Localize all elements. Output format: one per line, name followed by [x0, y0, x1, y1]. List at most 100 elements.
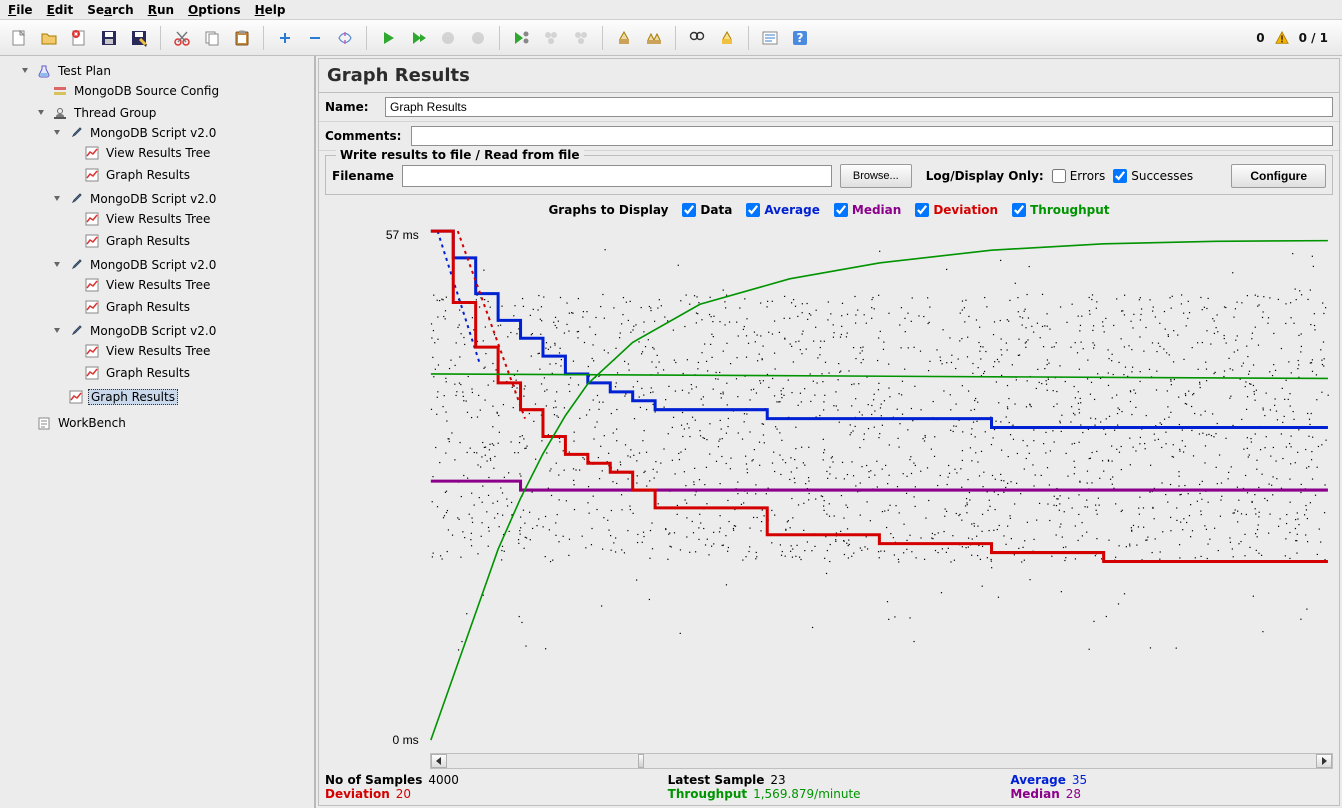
name-input[interactable]: [385, 97, 1333, 117]
menu-options[interactable]: Options: [188, 3, 241, 17]
average-value: 35: [1072, 773, 1087, 787]
tree-label: MongoDB Script v2.0: [88, 324, 218, 338]
remote-stop-button[interactable]: [538, 25, 564, 51]
tree-label: MongoDB Script v2.0: [88, 258, 218, 272]
scroll-left-icon[interactable]: [431, 754, 447, 768]
scroll-right-icon[interactable]: [1316, 754, 1332, 768]
dropper-icon: [68, 257, 84, 273]
chart-svg: 57 ms0 ms: [325, 221, 1333, 750]
tree-workbench[interactable]: WorkBench: [20, 412, 314, 434]
svg-text:0 ms: 0 ms: [393, 733, 419, 747]
tree-mongodb-source-config[interactable]: MongoDB Source Config: [36, 80, 314, 102]
tree-graph-results[interactable]: Graph Results: [68, 230, 314, 252]
menu-search[interactable]: Search: [87, 3, 133, 17]
deviation-value: 20: [396, 787, 411, 801]
tree-test-plan[interactable]: Test Plan MongoDB Source Config Thread G…: [20, 60, 314, 412]
tree-thread-group[interactable]: Thread Group MongoDB Script v2.0 View Re…: [36, 102, 314, 410]
tree-mongodb-script[interactable]: MongoDB Script v2.0 View Results Tree Gr…: [52, 122, 314, 188]
scroll-thumb[interactable]: [638, 754, 644, 768]
results-icon: [84, 233, 100, 249]
clear-all-button[interactable]: [641, 25, 667, 51]
results-icon: [68, 389, 84, 405]
search-icon-button[interactable]: [684, 25, 710, 51]
tree-label: View Results Tree: [104, 278, 212, 292]
collapse-button[interactable]: [302, 25, 328, 51]
results-icon: [84, 167, 100, 183]
chart-horizontal-scrollbar[interactable]: [430, 753, 1333, 769]
menu-file[interactable]: File: [8, 3, 33, 17]
display-throughput-checkbox[interactable]: Throughput: [1012, 203, 1109, 217]
close-button[interactable]: [66, 25, 92, 51]
start-no-pause-button[interactable]: [405, 25, 431, 51]
results-icon: [84, 211, 100, 227]
open-button[interactable]: [36, 25, 62, 51]
tree-graph-results-selected[interactable]: Graph Results: [52, 386, 314, 408]
remote-shutdown-button[interactable]: [568, 25, 594, 51]
dropper-icon: [68, 323, 84, 339]
no-of-samples-label: No of Samples: [325, 773, 422, 787]
cut-button[interactable]: [169, 25, 195, 51]
display-average-label: Average: [764, 203, 820, 217]
tree-view-results-tree[interactable]: View Results Tree: [68, 340, 314, 362]
tree-label: Graph Results: [104, 300, 192, 314]
tree-view-results-tree[interactable]: View Results Tree: [68, 274, 314, 296]
start-button[interactable]: [375, 25, 401, 51]
shutdown-button[interactable]: [465, 25, 491, 51]
tree-label: MongoDB Script v2.0: [88, 126, 218, 140]
toggle-button[interactable]: [332, 25, 358, 51]
menubar: File Edit Search Run Options Help: [0, 0, 1342, 20]
tree-label: Graph Results: [104, 234, 192, 248]
display-median-label: Median: [852, 203, 901, 217]
chart-wrap: 57 ms0 ms: [325, 221, 1333, 769]
display-deviation-checkbox[interactable]: Deviation: [915, 203, 998, 217]
stop-button[interactable]: [435, 25, 461, 51]
tree-view-results-tree[interactable]: View Results Tree: [68, 208, 314, 230]
successes-checkbox[interactable]: Successes: [1113, 169, 1193, 183]
toolbar: ? 0 0 / 1: [0, 20, 1342, 56]
display-data-checkbox[interactable]: Data: [682, 203, 732, 217]
display-average-checkbox[interactable]: Average: [746, 203, 820, 217]
results-icon: [84, 343, 100, 359]
display-median-checkbox[interactable]: Median: [834, 203, 901, 217]
file-panel: Write results to file / Read from file F…: [325, 155, 1333, 195]
paste-button[interactable]: [229, 25, 255, 51]
help-button[interactable]: ?: [787, 25, 813, 51]
save-as-button[interactable]: [126, 25, 152, 51]
configure-button[interactable]: Configure: [1231, 164, 1326, 188]
results-icon: [84, 365, 100, 381]
file-panel-legend: Write results to file / Read from file: [336, 148, 584, 162]
log-display-only-label: Log/Display Only:: [926, 169, 1044, 183]
tree-graph-results[interactable]: Graph Results: [68, 164, 314, 186]
function-helper-button[interactable]: [757, 25, 783, 51]
tree-mongodb-script[interactable]: MongoDB Script v2.0 View Results Tree Gr…: [52, 320, 314, 386]
successes-label: Successes: [1131, 169, 1193, 183]
save-button[interactable]: [96, 25, 122, 51]
remote-start-button[interactable]: [508, 25, 534, 51]
tree-graph-results[interactable]: Graph Results: [68, 362, 314, 384]
tree-view-results-tree[interactable]: View Results Tree: [68, 142, 314, 164]
tree-label: View Results Tree: [104, 344, 212, 358]
menu-help[interactable]: Help: [255, 3, 286, 17]
menu-edit[interactable]: Edit: [47, 3, 74, 17]
tree-mongodb-script[interactable]: MongoDB Script v2.0 View Results Tree Gr…: [52, 254, 314, 320]
filename-input[interactable]: [402, 165, 832, 187]
beaker-icon: [36, 63, 52, 79]
errors-checkbox[interactable]: Errors: [1052, 169, 1106, 183]
new-button[interactable]: [6, 25, 32, 51]
tree-pane[interactable]: Test Plan MongoDB Source Config Thread G…: [0, 56, 316, 808]
name-row: Name:: [319, 93, 1339, 122]
clear-button[interactable]: [611, 25, 637, 51]
display-deviation-label: Deviation: [933, 203, 998, 217]
comments-input[interactable]: [411, 126, 1333, 146]
tree-graph-results[interactable]: Graph Results: [68, 296, 314, 318]
display-data-label: Data: [700, 203, 732, 217]
tree-mongodb-script[interactable]: MongoDB Script v2.0 View Results Tree Gr…: [52, 188, 314, 254]
no-of-samples-value: 4000: [428, 773, 459, 787]
tree-label: View Results Tree: [104, 212, 212, 226]
expand-button[interactable]: [272, 25, 298, 51]
menu-run[interactable]: Run: [148, 3, 174, 17]
reset-search-button[interactable]: [714, 25, 740, 51]
copy-button[interactable]: [199, 25, 225, 51]
browse-button[interactable]: Browse...: [840, 164, 912, 188]
warning-icon: [1275, 31, 1289, 45]
